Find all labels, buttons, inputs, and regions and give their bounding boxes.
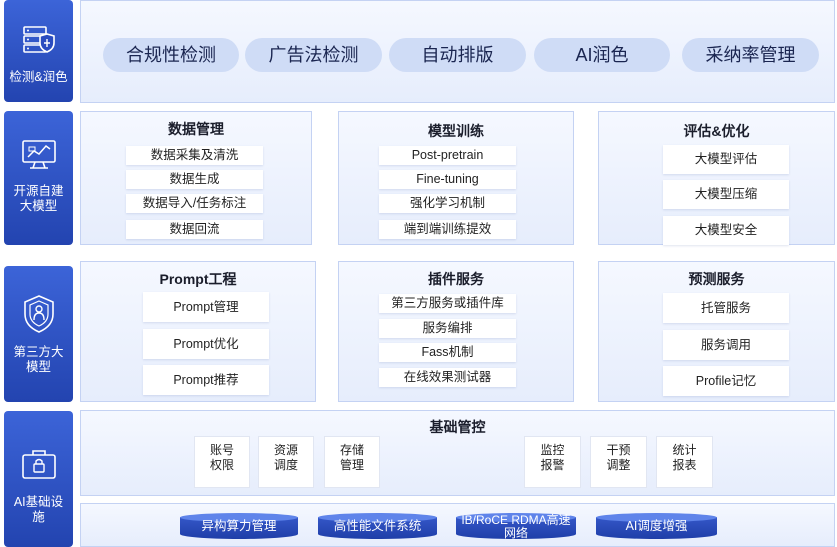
chip-prompt-manage: Prompt管理 [143, 292, 269, 322]
box-resource-schedule: 资源 调度 [258, 436, 314, 488]
panel-title: 插件服务 [428, 271, 484, 287]
plugin-panel: 插件服务 第三方服务或插件库 服务编排 Fass机制 在线效果测试器 [338, 261, 574, 402]
side-third-party-model: 第三方大 模型 [4, 266, 73, 402]
box-monitor-alarm: 监控 报警 [524, 436, 581, 488]
server-shield-icon [22, 26, 55, 53]
side-label: 检测&润色 [9, 70, 68, 84]
chip-service-orchestration: 服务编排 [379, 319, 516, 338]
chip-model-eval: 大模型评估 [663, 145, 789, 174]
box-stats-report: 统计 报表 [656, 436, 713, 488]
chip-rl-mechanism: 强化学习机制 [379, 194, 516, 213]
chip-prompt-recommend: Prompt推荐 [143, 365, 269, 395]
panel-title: 预测服务 [688, 271, 745, 287]
eval-opt-panel: 评估&优化 大模型评估 大模型压缩 大模型安全 [598, 111, 835, 245]
box-storage-manage: 存储 管理 [324, 436, 380, 488]
infra-control-panel: 基础管控 账号 权限 资源 调度 存储 管理 监控 报警 干预 调整 统计 报表 [80, 410, 835, 496]
side-open-source-model: 开源自建 大模型 [4, 111, 73, 245]
chip-data-collect-clean: 数据采集及清洗 [126, 146, 263, 165]
cylinder-heterogeneous-compute: 异构算力管理 [180, 513, 298, 539]
panel-title: 基础管控 [429, 419, 486, 435]
panel-title: 数据管理 [168, 121, 224, 137]
infra-resource-panel: 异构算力管理 高性能文件系统 IB/RoCE RDMA高速网络 AI调度增强 [80, 503, 835, 547]
data-mgmt-panel: 数据管理 数据采集及清洗 数据生成 数据导入/任务标注 数据回流 [80, 111, 312, 245]
box-intervene-adjust: 干预 调整 [590, 436, 647, 488]
chip-fine-tuning: Fine-tuning [379, 170, 516, 189]
pill-adoption-rate-mgmt[interactable]: 采纳率管理 [682, 38, 819, 72]
pill-compliance-check[interactable]: 合规性检测 [103, 38, 239, 72]
chip-model-safety: 大模型安全 [663, 216, 789, 245]
toolbox-lock-icon [21, 450, 56, 479]
side-label: 第三方大 模型 [13, 345, 64, 374]
panel-title: 模型训练 [428, 123, 484, 139]
chip-post-pretrain: Post-pretrain [379, 146, 516, 165]
detect-polish-panel: 合规性检测 广告法检测 自动排版 AI润色 采纳率管理 [80, 0, 835, 103]
shield-person-icon [23, 295, 54, 333]
prompt-panel: Prompt工程 Prompt管理 Prompt优化 Prompt推荐 [80, 261, 316, 402]
monitor-chart-icon [21, 140, 56, 169]
pill-ad-law-check[interactable]: 广告法检测 [245, 38, 382, 72]
panel-title: 评估&优化 [683, 123, 750, 139]
predict-panel: 预测服务 托管服务 服务调用 Profile记忆 [598, 261, 835, 402]
chip-data-import-label: 数据导入/任务标注 [126, 194, 263, 213]
chip-model-compress: 大模型压缩 [663, 180, 789, 209]
box-account-permission: 账号 权限 [194, 436, 250, 488]
chip-fass-mechanism: Fass机制 [379, 343, 516, 362]
cylinder-hp-file-system: 高性能文件系统 [318, 513, 437, 539]
chip-e2e-train-efficiency: 端到端训练提效 [379, 220, 516, 239]
side-ai-infrastructure: AI基础设 施 [4, 411, 73, 547]
panel-title: Prompt工程 [159, 271, 237, 287]
chip-plugin-library: 第三方服务或插件库 [379, 294, 516, 313]
side-label: AI基础设 施 [13, 495, 64, 524]
chip-profile-memory: Profile记忆 [663, 366, 789, 396]
pill-ai-polish[interactable]: AI润色 [534, 38, 670, 72]
chip-service-invoke: 服务调用 [663, 330, 789, 360]
model-train-panel: 模型训练 Post-pretrain Fine-tuning 强化学习机制 端到… [338, 111, 574, 245]
side-label: 开源自建 大模型 [13, 184, 64, 213]
chip-prompt-optimize: Prompt优化 [143, 329, 269, 359]
chip-data-generation: 数据生成 [126, 170, 263, 189]
chip-online-effect-tester: 在线效果测试器 [379, 368, 516, 387]
cylinder-ai-schedule-enhance: AI调度增强 [596, 513, 717, 539]
cylinder-rdma-network: IB/RoCE RDMA高速网络 [456, 513, 576, 540]
chip-data-backflow: 数据回流 [126, 220, 263, 239]
pill-auto-layout[interactable]: 自动排版 [389, 38, 526, 72]
side-detect-polish: 检测&润色 [4, 0, 73, 102]
chip-hosted-service: 托管服务 [663, 293, 789, 323]
